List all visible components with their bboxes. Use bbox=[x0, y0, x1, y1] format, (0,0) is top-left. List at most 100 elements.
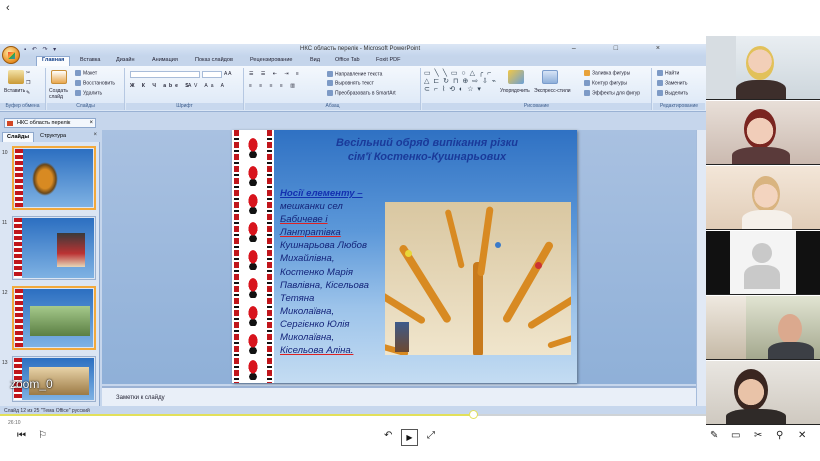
window-controls[interactable]: – □ × bbox=[572, 45, 678, 52]
thumbnail-photo bbox=[32, 162, 58, 196]
fullscreen-icon[interactable]: ⤢ bbox=[427, 430, 435, 441]
quick-styles-button[interactable]: Экспресс-стили bbox=[534, 88, 571, 94]
participant-tile[interactable] bbox=[706, 231, 820, 295]
participant-face bbox=[752, 176, 780, 212]
screen-icon[interactable]: ▭ bbox=[731, 430, 740, 441]
list-buttons[interactable]: ☰ ☰ ⇤ ⇥ ≡ bbox=[249, 71, 302, 77]
quick-access-toolbar[interactable]: ▪ ↶ ↷ ▾ bbox=[24, 46, 58, 53]
ornament-motif bbox=[244, 358, 262, 380]
ritual-bread-photo[interactable] bbox=[385, 202, 571, 355]
shape-effects-button[interactable]: Эффекты для фигур bbox=[584, 90, 640, 96]
delete-label: Удалить bbox=[83, 90, 103, 97]
delete-icon bbox=[75, 90, 81, 96]
flag-icon[interactable]: ⚐ bbox=[38, 430, 47, 441]
play-icon: ▶ bbox=[406, 433, 413, 442]
tab-slideshow[interactable]: Показ слайдов bbox=[195, 57, 233, 63]
vertical-scrollbar[interactable] bbox=[696, 130, 706, 406]
shapes-gallery[interactable]: ▭ ╲ ╲ ▭ ○ △ ╭ ⌐ △ ⊏ ↻ ⊓ ⊕ ⇨ ⇩ ⌁ ⊂ ⌐ ⌇ ⟲ … bbox=[424, 70, 496, 96]
replace-label: Заменить bbox=[665, 80, 688, 87]
avatar-placeholder-icon bbox=[752, 243, 772, 263]
notes-pane[interactable]: Заметки к слайду bbox=[102, 386, 696, 406]
close-pane-icon[interactable]: × bbox=[93, 132, 97, 138]
shape-fill-button[interactable]: Заливка фигуры bbox=[584, 70, 630, 76]
find-label: Найти bbox=[665, 70, 680, 77]
photo-person bbox=[395, 322, 409, 352]
title-bar: ▪ ↶ ↷ ▾ НКС область перелік - Microsoft … bbox=[0, 44, 706, 56]
slide-thumbnail[interactable] bbox=[12, 146, 96, 210]
paste-icon[interactable] bbox=[8, 70, 24, 84]
font-name-field[interactable] bbox=[130, 71, 200, 78]
tile-background bbox=[706, 36, 736, 99]
thumbnail-ornament bbox=[14, 218, 22, 278]
scissors-icon[interactable]: ✂ bbox=[754, 430, 762, 441]
tab-design[interactable]: Дизайн bbox=[116, 57, 135, 63]
format-buttons[interactable]: Ж К Ч abe S bbox=[130, 83, 192, 89]
participant-face bbox=[746, 46, 774, 80]
body-line: Бабичеве і bbox=[280, 214, 328, 226]
rewind-icon[interactable]: ↶ bbox=[384, 430, 392, 441]
tab-foxit-pdf[interactable]: Foxit PDF bbox=[376, 57, 400, 63]
slide-title[interactable]: Весільний обряд випікання різки сім'ї Ко… bbox=[292, 136, 562, 164]
back-icon[interactable]: ‹ bbox=[6, 2, 10, 14]
office-button-icon[interactable] bbox=[2, 46, 20, 64]
tab-slides[interactable]: Слайды bbox=[2, 132, 35, 142]
clipboard-group: Вставить ✂ ❐ ✎ Буфер обмена bbox=[0, 68, 46, 110]
font-size-field[interactable] bbox=[202, 71, 222, 78]
paste-button[interactable]: Вставить bbox=[4, 88, 25, 94]
text-direction-button[interactable]: Направление текста bbox=[327, 71, 382, 77]
copy-button[interactable]: ❐ bbox=[26, 80, 30, 86]
slide-body-text[interactable]: Носії елементу – мешканки сел Бабичеве і… bbox=[280, 187, 390, 357]
spacing-buttons[interactable]: AV Aa A bbox=[188, 83, 227, 89]
reset-button[interactable]: Восстановить bbox=[75, 80, 115, 86]
tab-view[interactable]: Вид bbox=[310, 57, 320, 63]
zoom-icon[interactable]: ⚲ bbox=[776, 430, 783, 441]
body-line: мешканки сел bbox=[280, 201, 343, 213]
photo-branch bbox=[385, 281, 427, 325]
close-icon[interactable]: ✕ bbox=[798, 430, 806, 441]
tab-outline[interactable]: Структура bbox=[36, 132, 70, 142]
find-icon bbox=[657, 70, 663, 76]
quick-styles-icon[interactable] bbox=[542, 70, 558, 84]
progress-handle[interactable] bbox=[469, 410, 479, 419]
skip-back-icon[interactable]: ⏮ bbox=[17, 430, 26, 441]
participant-tile[interactable] bbox=[706, 296, 820, 360]
format-painter-button[interactable]: ✎ bbox=[26, 90, 30, 96]
ornament-motif bbox=[244, 164, 262, 186]
tab-review[interactable]: Рецензирование bbox=[250, 57, 292, 63]
tab-office-tab[interactable]: Office Tab bbox=[335, 57, 360, 63]
tab-animation[interactable]: Анимация bbox=[152, 57, 178, 63]
slide-thumbnail[interactable] bbox=[12, 286, 96, 350]
arrange-icon[interactable] bbox=[508, 70, 524, 84]
participant-tile[interactable] bbox=[706, 101, 820, 165]
participant-tile[interactable] bbox=[706, 361, 820, 425]
grow-font-icon[interactable]: A A bbox=[224, 71, 232, 77]
photo-decoration bbox=[535, 262, 542, 269]
slide-thumbnail[interactable] bbox=[12, 216, 96, 280]
participant-tile[interactable] bbox=[706, 166, 820, 230]
delete-button[interactable]: Удалить bbox=[75, 90, 102, 96]
layout-button[interactable]: Макет bbox=[75, 70, 97, 76]
new-slide-icon[interactable] bbox=[51, 70, 67, 84]
align-buttons[interactable]: ≡ ≡ ≡ ≡ ▥ bbox=[249, 83, 298, 89]
tab-home[interactable]: Главная bbox=[36, 56, 71, 66]
align-text-button[interactable]: Выровнять текст bbox=[327, 80, 374, 86]
replace-button[interactable]: Заменить bbox=[657, 80, 687, 86]
arrange-button[interactable]: Упорядочить bbox=[500, 88, 530, 94]
new-slide-button[interactable]: Создать слайд bbox=[49, 88, 77, 100]
play-button[interactable]: ▶ bbox=[401, 429, 418, 446]
smartart-button[interactable]: Преобразовать в SmartArt bbox=[327, 90, 396, 96]
shape-outline-button[interactable]: Контур фигуры bbox=[584, 80, 627, 86]
close-icon[interactable]: × bbox=[89, 119, 93, 128]
ornament-band-right bbox=[267, 130, 272, 383]
slide-title-line1: Весільний обряд випікання різки bbox=[336, 137, 518, 149]
tab-insert[interactable]: Вставка bbox=[80, 57, 100, 63]
current-slide[interactable]: Весільний обряд випікання різки сім'ї Ко… bbox=[232, 130, 577, 383]
participant-tile[interactable] bbox=[706, 36, 820, 100]
select-button[interactable]: Выделить bbox=[657, 90, 688, 96]
body-line: Кушнарьова Любов bbox=[280, 240, 367, 252]
pen-icon[interactable]: ✎ bbox=[710, 430, 718, 441]
find-button[interactable]: Найти bbox=[657, 70, 679, 76]
cut-button[interactable]: ✂ bbox=[26, 70, 30, 76]
document-tab-label: НКС область перелік bbox=[17, 120, 71, 126]
document-tab[interactable]: НКС область перелік × bbox=[4, 118, 96, 128]
